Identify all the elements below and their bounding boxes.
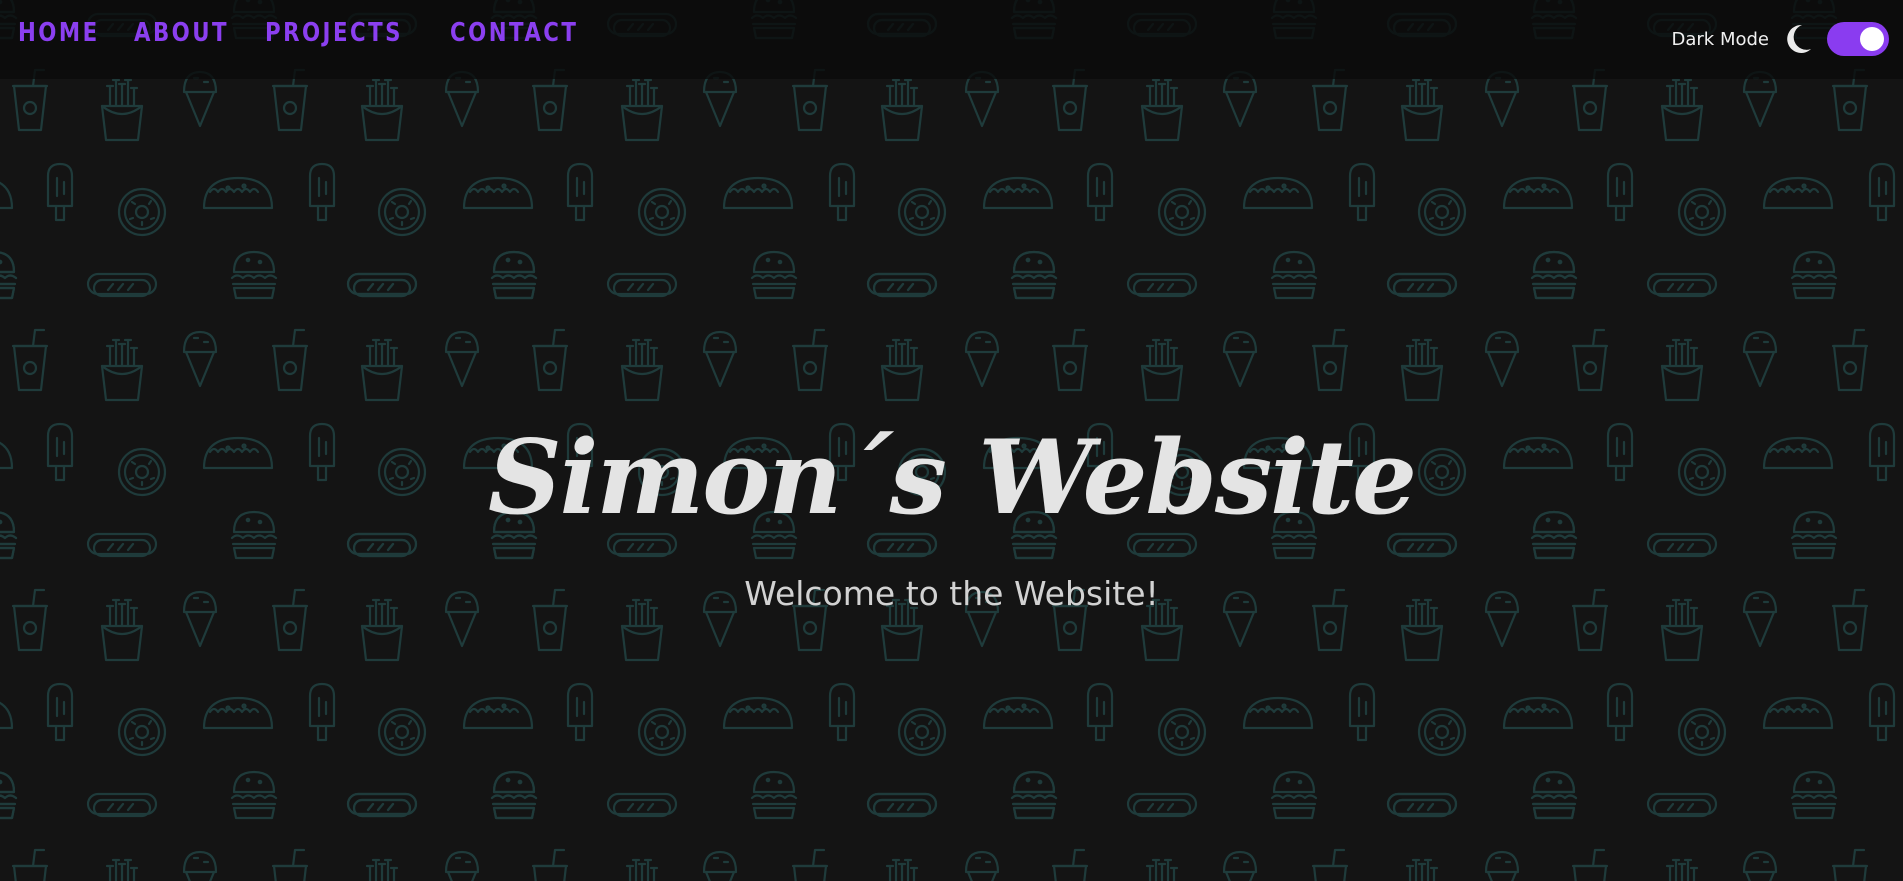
- dark-mode-toggle[interactable]: [1827, 22, 1889, 56]
- toggle-knob: [1860, 27, 1884, 51]
- nav-link-about[interactable]: ABOUT: [134, 18, 229, 48]
- hero-subtitle: Welcome to the Website!: [744, 574, 1159, 613]
- hero-section: Simon´s Website Welcome to the Website!: [0, 0, 1903, 881]
- moon-icon: [1787, 24, 1811, 53]
- hero-title: Simon´s Website: [487, 418, 1417, 538]
- top-navbar: HOME ABOUT PROJECTS CONTACT Dark Mode: [0, 0, 1903, 79]
- nav-links: HOME ABOUT PROJECTS CONTACT: [18, 18, 588, 48]
- dark-mode-label: Dark Mode: [1671, 28, 1769, 50]
- nav-link-projects[interactable]: PROJECTS: [265, 18, 403, 48]
- dark-mode-control: Dark Mode: [1672, 22, 1889, 56]
- page: HOME ABOUT PROJECTS CONTACT Dark Mode Si…: [0, 0, 1903, 881]
- nav-link-contact[interactable]: CONTACT: [450, 18, 578, 48]
- nav-link-home[interactable]: HOME: [18, 18, 100, 48]
